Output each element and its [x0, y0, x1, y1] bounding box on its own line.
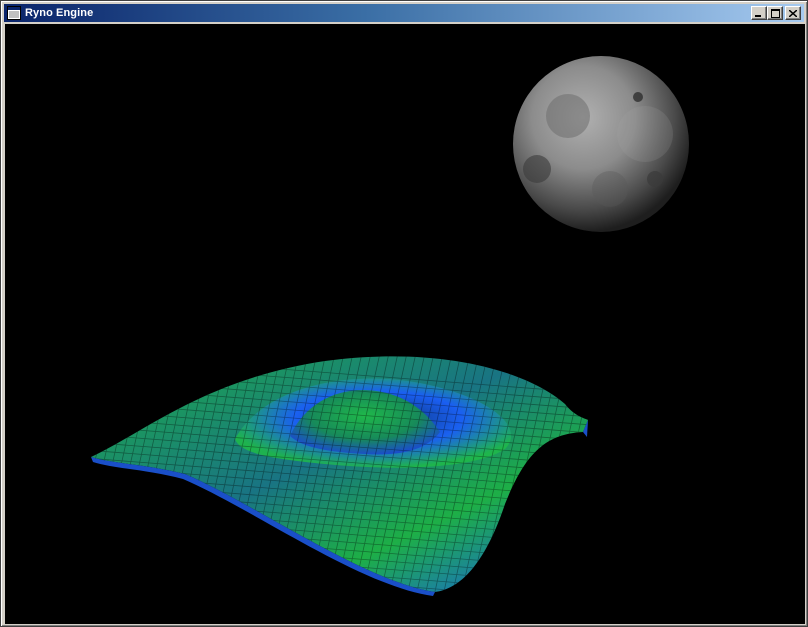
mesh-grid-line — [528, 356, 588, 592]
mesh-grid-line — [91, 356, 122, 592]
application-window: Ryno Engine — [0, 0, 808, 627]
mesh-grid-line — [91, 585, 588, 592]
mesh-grid-line — [91, 577, 588, 592]
minimize-icon — [755, 14, 761, 17]
mesh-grid-line — [546, 356, 588, 592]
mesh-grid-line — [91, 356, 104, 592]
title-bar[interactable]: Ryno Engine — [4, 4, 804, 22]
mesh-grid-line — [91, 356, 95, 592]
mesh-grid-line — [105, 356, 167, 592]
mesh-grid-line — [114, 356, 176, 592]
window-title: Ryno Engine — [25, 7, 94, 19]
mesh-grid-line — [91, 356, 149, 592]
render-viewport[interactable] — [5, 24, 805, 624]
wave-surface — [91, 356, 588, 596]
close-icon — [789, 9, 797, 17]
mesh-grid-line — [555, 356, 588, 592]
mesh-grid-line — [91, 356, 140, 592]
app-window-icon[interactable] — [7, 6, 21, 20]
close-button[interactable] — [785, 6, 801, 20]
mesh-grid-line — [123, 356, 185, 592]
mesh-grid-line — [91, 569, 588, 592]
maximize-icon — [770, 8, 780, 18]
caption-buttons — [751, 6, 801, 20]
moon — [513, 56, 689, 232]
mesh-grid-line — [96, 356, 158, 592]
mesh-grid-line — [537, 356, 588, 592]
mesh-grid-line — [25, 344, 85, 614]
maximize-button[interactable] — [767, 6, 783, 20]
mesh-grid-line — [91, 356, 113, 592]
scene-canvas — [25, 56, 689, 614]
mesh-grid-line — [91, 356, 131, 592]
minimize-button[interactable] — [751, 6, 767, 20]
mesh-grid-line — [91, 561, 588, 592]
